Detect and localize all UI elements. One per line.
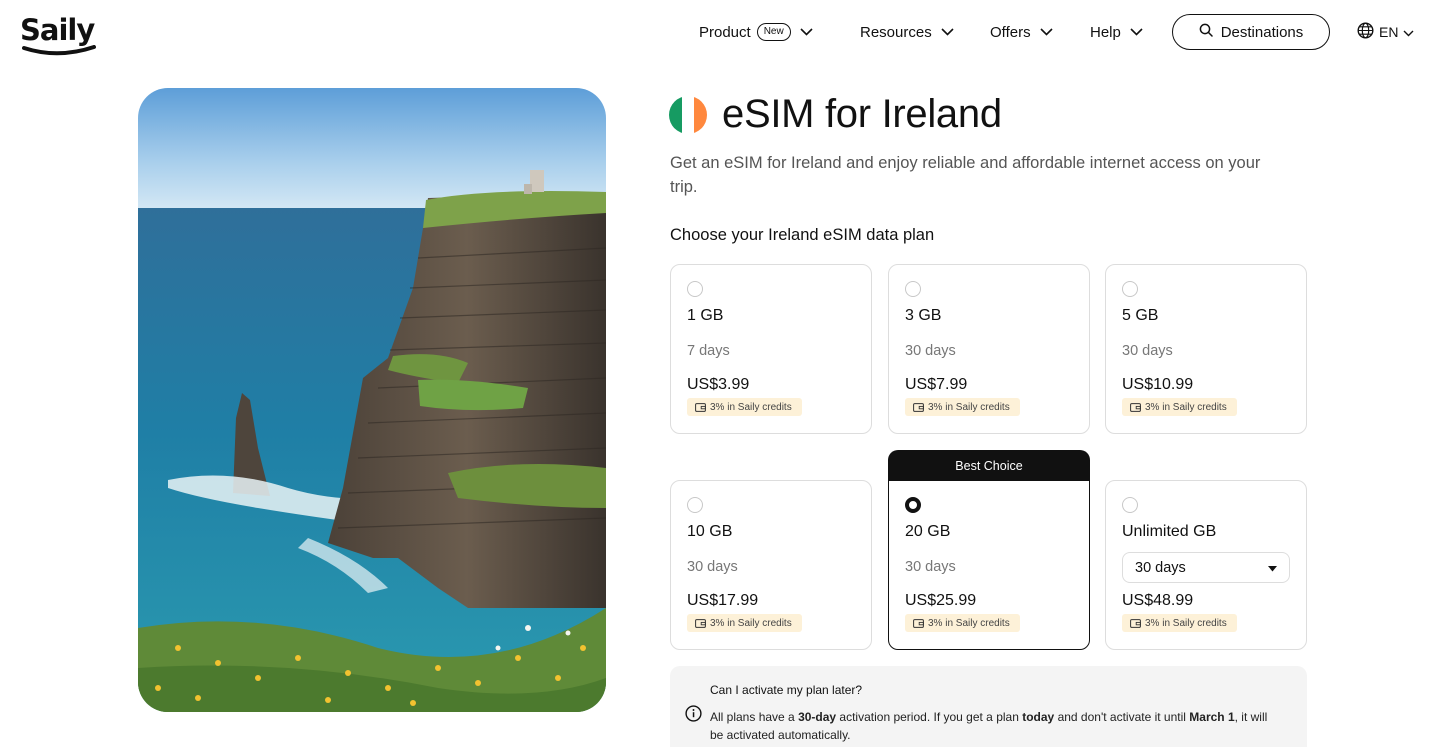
credits-text: 3% in Saily credits (710, 617, 792, 629)
activation-info-box: Can I activate my plan later? All plans … (670, 666, 1307, 747)
chevron-down-icon (1040, 28, 1053, 36)
plan-price: US$3.99 (687, 376, 750, 393)
plan-card-unlimited[interactable]: Unlimited GB 30 days US$48.99 3% in Sail… (1105, 480, 1307, 650)
plan-price: US$10.99 (1122, 376, 1194, 393)
plan-price: US$17.99 (687, 592, 759, 609)
nav-offers[interactable]: Offers (990, 14, 1053, 50)
site-header: Saily Product New Resources Offers Help … (0, 0, 1446, 64)
destinations-button[interactable]: Destinations (1172, 14, 1330, 50)
plan-radio[interactable] (1122, 497, 1138, 513)
wallet-icon (1130, 618, 1141, 628)
plan-card-3gb[interactable]: 3 GB 30 days US$7.99 3% in Saily credits (888, 264, 1090, 434)
plan-radio-selected[interactable] (905, 497, 921, 513)
plan-size: 20 GB (905, 523, 951, 540)
flag-stripe-orange (694, 96, 707, 134)
plan-radio[interactable] (687, 281, 703, 297)
wallet-icon (695, 618, 706, 628)
wallet-icon (695, 402, 706, 412)
faq-answer-bold: today (1022, 710, 1055, 724)
plan-days: 30 days (905, 559, 956, 575)
credits-badge: 3% in Saily credits (905, 614, 1020, 632)
nav-resources[interactable]: Resources (860, 14, 954, 50)
credits-text: 3% in Saily credits (928, 617, 1010, 629)
plan-size: 10 GB (687, 523, 733, 540)
plan-days: 30 days (905, 343, 956, 359)
faq-answer-part: and don't activate it until (1054, 710, 1190, 724)
plan-price: US$7.99 (905, 376, 968, 393)
plan-radio[interactable] (687, 497, 703, 513)
faq-answer-part: All plans have a (710, 710, 799, 724)
plan-card-10gb[interactable]: 10 GB 30 days US$17.99 3% in Saily credi… (670, 480, 872, 650)
page-title: eSIM for Ireland (722, 92, 1002, 136)
credits-text: 3% in Saily credits (1145, 401, 1227, 413)
plan-days: 30 days (1122, 343, 1173, 359)
plan-size: 5 GB (1122, 307, 1159, 324)
info-icon (685, 705, 702, 727)
logo-text: Saily (20, 13, 95, 47)
days-select[interactable]: 30 days (1122, 552, 1290, 583)
flag-stripe-green (669, 96, 682, 134)
ireland-cliffs-photo (138, 88, 606, 712)
credits-badge: 3% in Saily credits (687, 614, 802, 632)
search-icon (1199, 23, 1213, 41)
wallet-icon (913, 618, 924, 628)
language-label: EN (1379, 24, 1399, 40)
nav-help[interactable]: Help (1090, 14, 1143, 50)
plan-size: 1 GB (687, 307, 724, 324)
choose-plan-heading: Choose your Ireland eSIM data plan (670, 226, 935, 244)
credits-badge: 3% in Saily credits (905, 398, 1020, 416)
plan-radio[interactable] (1122, 281, 1138, 297)
plan-price: US$25.99 (905, 592, 977, 609)
plan-days: 7 days (687, 343, 730, 359)
faq-question: Can I activate my plan later? (710, 683, 863, 697)
ireland-flag-icon (669, 96, 707, 134)
wallet-icon (913, 402, 924, 412)
faq-answer: All plans have a 30-day activation perio… (710, 708, 1270, 744)
chevron-down-icon (1403, 24, 1414, 40)
credits-badge: 3% in Saily credits (1122, 614, 1237, 632)
credits-text: 3% in Saily credits (1145, 617, 1227, 629)
plan-card-20gb[interactable]: 20 GB 30 days US$25.99 3% in Saily credi… (888, 480, 1090, 650)
plan-card-1gb[interactable]: 1 GB 7 days US$3.99 3% in Saily credits (670, 264, 872, 434)
faq-answer-part: activation period. If you get a plan (836, 710, 1023, 724)
faq-answer-bold: March 1 (1189, 710, 1235, 724)
credits-badge: 3% in Saily credits (1122, 398, 1237, 416)
credits-text: 3% in Saily credits (928, 401, 1010, 413)
nav-help-label: Help (1090, 23, 1121, 41)
credits-text: 3% in Saily credits (710, 401, 792, 413)
logo-smile-icon (22, 45, 96, 56)
nav-offers-label: Offers (990, 23, 1031, 41)
plan-size: Unlimited GB (1122, 523, 1217, 540)
best-choice-badge: Best Choice (888, 450, 1090, 481)
nav-product[interactable]: Product New (699, 14, 813, 50)
chevron-down-icon (800, 28, 813, 36)
plan-card-5gb[interactable]: 5 GB 30 days US$10.99 3% in Saily credit… (1105, 264, 1307, 434)
plan-price: US$48.99 (1122, 592, 1194, 609)
language-selector[interactable]: EN (1357, 14, 1414, 50)
plan-size: 3 GB (905, 307, 942, 324)
destinations-label: Destinations (1220, 23, 1304, 41)
globe-icon (1357, 22, 1374, 42)
saily-logo[interactable]: Saily (20, 12, 98, 56)
caret-down-icon (1268, 560, 1277, 576)
nav-resources-label: Resources (860, 23, 932, 41)
faq-answer-bold: 30-day (798, 710, 837, 724)
days-select-value: 30 days (1135, 559, 1186, 576)
credits-badge: 3% in Saily credits (687, 398, 802, 416)
plan-radio[interactable] (905, 281, 921, 297)
chevron-down-icon (1130, 28, 1143, 36)
wallet-icon (1130, 402, 1141, 412)
flag-stripe-white (681, 96, 695, 134)
nav-product-label: Product (699, 23, 751, 41)
new-badge: New (756, 23, 791, 41)
chevron-down-icon (941, 28, 954, 36)
plan-days: 30 days (687, 559, 738, 575)
page-subtitle: Get an eSIM for Ireland and enjoy reliab… (670, 154, 1261, 196)
